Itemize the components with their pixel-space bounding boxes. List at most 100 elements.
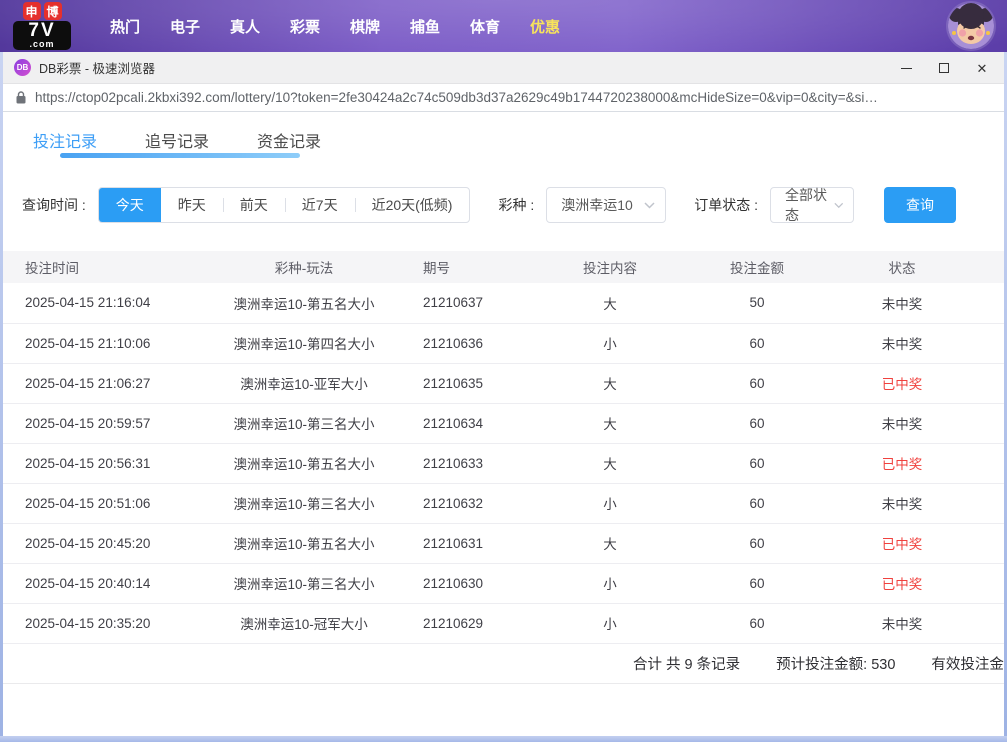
bet-amount: 60 (657, 403, 857, 443)
bet-status: 已中奖 (857, 443, 947, 483)
table-body: 2025-04-15 21:16:04澳洲幸运10-第五名大小21210637大… (3, 283, 1004, 643)
column-header-6: 状态 (857, 251, 947, 283)
lottery-play: 澳洲幸运10-冠军大小 (193, 603, 415, 643)
time-filter-group: 今天昨天前天近7天近20天(低频) (98, 187, 471, 223)
address-bar[interactable]: https://ctop02pcali.2kbxi392.com/lottery… (0, 84, 1007, 112)
bet-amount: 60 (657, 603, 857, 643)
close-button[interactable]: ✕ (963, 52, 1001, 84)
table-row: 2025-04-15 20:45:20澳洲幸运10-第五名大小21210631大… (3, 523, 1004, 563)
status-filter-label: 订单状态 : (694, 195, 758, 215)
lottery-play: 澳洲幸运10-第五名大小 (193, 443, 415, 483)
expected-bet-amount: 预计投注金额: 530 (776, 653, 895, 674)
user-avatar[interactable] (948, 3, 994, 49)
page-content: 投注记录 追号记录 资金记录 查询时间 : 今天昨天前天近7天近20天(低频) … (3, 112, 1004, 736)
logo-sub-text: .com (29, 40, 54, 48)
issue-number: 21210631 (415, 523, 563, 563)
lottery-play: 澳洲幸运10-第五名大小 (193, 283, 415, 323)
close-icon: ✕ (977, 62, 988, 75)
lock-icon (16, 91, 26, 104)
bet-content: 小 (563, 563, 657, 603)
bet-time: 2025-04-15 20:40:14 (3, 563, 193, 603)
lottery-select[interactable]: 澳洲幸运10 (546, 187, 666, 223)
query-button[interactable]: 查询 (884, 187, 956, 223)
time-option-4[interactable]: 近7天 (285, 187, 355, 223)
column-header-4: 投注内容 (563, 251, 657, 283)
time-option-3[interactable]: 前天 (223, 187, 285, 223)
table-row: 2025-04-15 20:59:57澳洲幸运10-第三名大小21210634大… (3, 403, 1004, 443)
bet-amount: 60 (657, 443, 857, 483)
table-header-row: 投注时间彩种-玩法期号投注内容投注金额状态 (3, 251, 1004, 283)
chevron-down-icon (644, 202, 655, 209)
url-text: https://ctop02pcali.2kbxi392.com/lottery… (35, 90, 878, 105)
maximize-icon (939, 63, 949, 73)
table-row: 2025-04-15 20:35:20澳洲幸运10-冠军大小21210629小6… (3, 603, 1004, 643)
nav-item-6[interactable]: 捕鱼 (395, 16, 455, 37)
time-option-2[interactable]: 昨天 (161, 187, 223, 223)
valid-bet-amount: 有效投注金额: (931, 653, 1007, 674)
nav-item-2[interactable]: 电子 (155, 16, 215, 37)
lottery-select-value: 澳洲幸运10 (561, 195, 633, 215)
screen: 申 博 7V .com 热门电子真人彩票棋牌捕鱼体育优惠 (0, 0, 1007, 742)
bet-amount: 60 (657, 563, 857, 603)
browser-app-icon: DB (14, 59, 31, 76)
bet-content: 大 (563, 363, 657, 403)
bet-amount: 60 (657, 323, 857, 363)
logo-badge-bo: 博 (44, 2, 62, 20)
time-option-5[interactable]: 近20天(低频) (355, 187, 470, 223)
avatar-illustration (948, 3, 994, 49)
logo-main-text: 7V (28, 22, 55, 40)
time-option-1[interactable]: 今天 (99, 187, 161, 223)
bet-amount: 60 (657, 523, 857, 563)
logo-badge-shen: 申 (23, 2, 41, 20)
table-row: 2025-04-15 20:40:14澳洲幸运10-第三名大小21210630小… (3, 563, 1004, 603)
issue-number: 21210635 (415, 363, 563, 403)
logo-badges: 申 博 (23, 2, 62, 20)
bet-content: 大 (563, 443, 657, 483)
nav-item-3[interactable]: 真人 (215, 16, 275, 37)
maximize-button[interactable] (925, 52, 963, 84)
table-row: 2025-04-15 21:10:06澳洲幸运10-第四名大小21210636小… (3, 323, 1004, 363)
record-count: 合计 共 9 条记录 (633, 653, 740, 674)
bet-time: 2025-04-15 20:35:20 (3, 603, 193, 643)
nav-item-5[interactable]: 棋牌 (335, 16, 395, 37)
nav-item-8[interactable]: 优惠 (515, 16, 575, 37)
table-row: 2025-04-15 21:16:04澳洲幸运10-第五名大小21210637大… (3, 283, 1004, 323)
nav-item-4[interactable]: 彩票 (275, 16, 335, 37)
order-status-value: 全部状态 (785, 185, 833, 225)
bet-amount: 50 (657, 283, 857, 323)
bet-content: 小 (563, 603, 657, 643)
logo-mark: 7V .com (13, 21, 71, 50)
issue-number: 21210636 (415, 323, 563, 363)
site-logo[interactable]: 申 博 7V .com (13, 2, 71, 50)
table-footer: 合计 共 9 条记录 预计投注金额: 530 有效投注金额: (3, 644, 1004, 684)
record-tabs: 投注记录 追号记录 资金记录 (3, 112, 1004, 158)
column-header-5: 投注金额 (657, 251, 857, 283)
chevron-down-icon (834, 202, 844, 209)
bet-time: 2025-04-15 21:16:04 (3, 283, 193, 323)
window-controls: ✕ (887, 52, 1001, 84)
minimize-button[interactable] (887, 52, 925, 84)
nav-item-7[interactable]: 体育 (455, 16, 515, 37)
nav-item-1[interactable]: 热门 (95, 16, 155, 37)
bet-time: 2025-04-15 20:59:57 (3, 403, 193, 443)
bet-status: 未中奖 (857, 323, 947, 363)
lottery-play: 澳洲幸运10-第三名大小 (193, 483, 415, 523)
column-header-1: 投注时间 (3, 251, 193, 283)
issue-number: 21210629 (415, 603, 563, 643)
minimize-icon (901, 68, 912, 69)
order-status-select[interactable]: 全部状态 (770, 187, 854, 223)
bet-status: 已中奖 (857, 523, 947, 563)
lottery-filter-label: 彩种 : (498, 195, 534, 215)
bet-content: 大 (563, 403, 657, 443)
active-tab-indicator (60, 153, 300, 158)
table-row: 2025-04-15 21:06:27澳洲幸运10-亚军大小21210635大6… (3, 363, 1004, 403)
table-row: 2025-04-15 20:56:31澳洲幸运10-第五名大小21210633大… (3, 443, 1004, 483)
site-nav-items: 热门电子真人彩票棋牌捕鱼体育优惠 (95, 16, 575, 37)
bet-content: 小 (563, 323, 657, 363)
bet-amount: 60 (657, 363, 857, 403)
bet-time: 2025-04-15 21:10:06 (3, 323, 193, 363)
bet-status: 已中奖 (857, 563, 947, 603)
issue-number: 21210637 (415, 283, 563, 323)
bet-status: 已中奖 (857, 363, 947, 403)
bet-status: 未中奖 (857, 603, 947, 643)
